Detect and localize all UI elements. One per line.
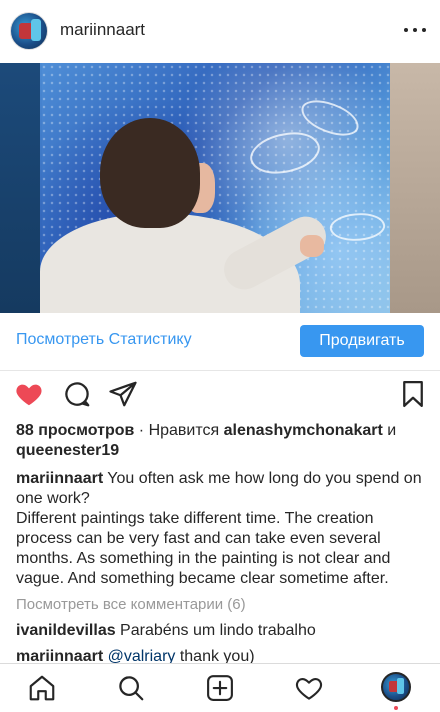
post-author-username[interactable]: mariinnaart xyxy=(60,20,145,40)
likes-and: и xyxy=(382,422,397,439)
add-post-icon[interactable] xyxy=(205,673,235,703)
post-caption: mariinnaart You often ask me how long do… xyxy=(16,469,426,589)
home-icon[interactable] xyxy=(27,673,57,703)
person-hair xyxy=(100,118,200,228)
bookmark-icon[interactable] xyxy=(398,379,428,409)
post-image[interactable] xyxy=(0,63,440,313)
views-count[interactable]: 88 просмотров xyxy=(16,422,134,439)
likes-prefix: · Нравится xyxy=(134,422,224,439)
engagement-line: 88 просмотров · Нравится alenashymchonak… xyxy=(16,421,426,461)
person-hand xyxy=(300,235,324,257)
notification-dot xyxy=(394,706,398,710)
liker-username[interactable]: queenester19 xyxy=(16,442,119,459)
caption-line-2: Different paintings take different time.… xyxy=(16,510,391,587)
view-all-comments-link[interactable]: Посмотреть все комментарии (6) xyxy=(16,595,426,615)
post-details: 88 просмотров · Нравится alenashymchonak… xyxy=(16,421,426,667)
background-wall-right xyxy=(390,63,440,313)
caption-author[interactable]: mariinnaart xyxy=(16,470,103,487)
profile-avatar[interactable] xyxy=(381,672,411,702)
direct-share-icon[interactable] xyxy=(108,379,138,409)
comment-author[interactable]: ivanildevillas xyxy=(16,622,116,639)
liker-username[interactable]: alenashymchonakart xyxy=(224,422,383,439)
promote-button[interactable]: Продвигать xyxy=(300,325,424,357)
search-icon[interactable] xyxy=(116,673,146,703)
heart-filled-icon[interactable] xyxy=(14,379,44,409)
comment-icon[interactable] xyxy=(62,379,92,409)
comment-text: Parabéns um lindo trabalho xyxy=(115,622,316,639)
view-insights-link[interactable]: Посмотреть Статистику xyxy=(16,331,192,349)
more-horizontal-icon[interactable] xyxy=(404,22,426,38)
post-header: mariinnaart xyxy=(0,0,440,63)
post-actions xyxy=(0,373,440,417)
avatar[interactable] xyxy=(10,12,48,50)
bottom-navigation xyxy=(0,663,440,712)
heart-outline-icon[interactable] xyxy=(294,673,324,703)
insights-bar: Посмотреть Статистику Продвигать xyxy=(0,313,440,371)
background-wall xyxy=(0,63,42,313)
comment-item: ivanildevillas Parabéns um lindo trabalh… xyxy=(16,621,426,641)
